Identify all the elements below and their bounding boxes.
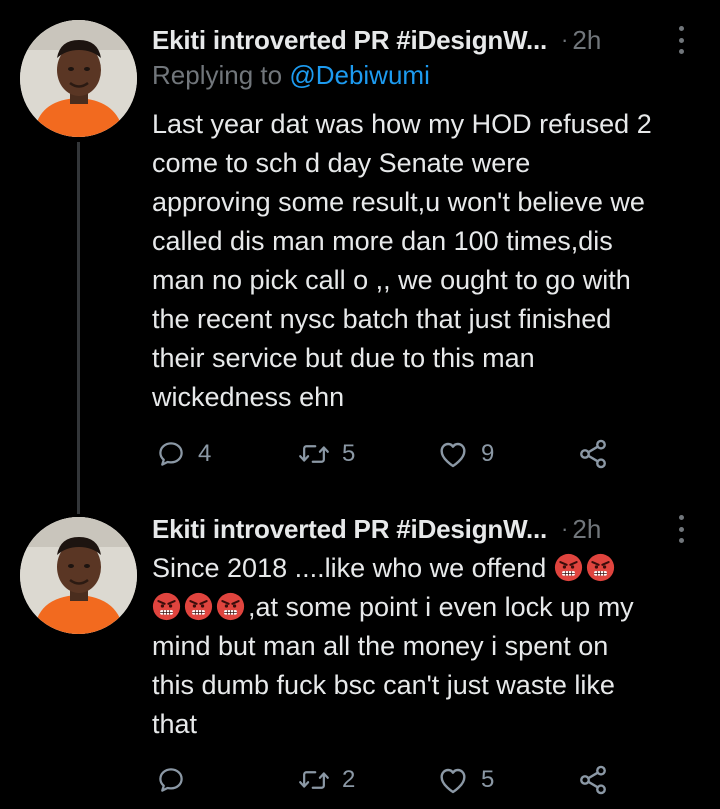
more-options-icon[interactable] — [676, 515, 686, 543]
angry-face-emoji-icon — [216, 592, 245, 621]
tweet-text-line: mind but man all the money i spent on — [152, 631, 609, 661]
tweet[interactable]: Ekiti introverted PR #iDesignW... · 2h S… — [0, 498, 720, 809]
share-button[interactable] — [577, 762, 609, 798]
angry-face-emoji-icon — [152, 592, 181, 621]
share-nodes-icon — [580, 439, 606, 469]
heart-icon — [440, 442, 466, 468]
retweet-button[interactable]: 2 — [298, 762, 355, 798]
retweet-arrows-icon — [299, 445, 329, 463]
heart-icon — [440, 768, 466, 794]
replying-to: Replying to @Debiwumi — [152, 60, 430, 91]
replying-prefix: Replying to — [152, 60, 283, 90]
share-nodes-icon — [580, 765, 606, 795]
reply-count: 4 — [198, 440, 212, 467]
author-name[interactable]: Ekiti introverted PR #iDesignW... — [152, 25, 547, 56]
like-button[interactable]: 5 — [437, 762, 494, 798]
tweet-text-line: come to sch d day Senate were — [152, 148, 531, 178]
angry-face-emoji-icon — [586, 553, 614, 582]
tweet-text-line: Since 2018 ....like who we offend — [152, 549, 702, 588]
more-options-icon[interactable] — [676, 26, 686, 54]
tweet-text-line: approving some result,u won't believe we — [152, 187, 645, 217]
retweet-count: 2 — [342, 766, 356, 793]
timestamp[interactable]: 2h — [572, 514, 601, 545]
tweet-text-line: called dis man more dan 100 times,dis — [152, 226, 613, 256]
avatar-photo — [20, 517, 137, 634]
speech-bubble-icon — [159, 442, 183, 466]
tweet-text-line: that — [152, 709, 198, 739]
tweet-actions: 4 5 9 — [152, 436, 712, 472]
tweet-text: Since 2018 ....like who we offend ,at so… — [152, 549, 702, 744]
retweet-arrows-icon — [299, 771, 329, 789]
tweet-text-segment: ,at some point i even lock up my — [248, 592, 634, 622]
tweet[interactable]: Ekiti introverted PR #iDesignW... · 2h R… — [0, 0, 720, 514]
avatar[interactable] — [20, 517, 137, 634]
tweet-header: Ekiti introverted PR #iDesignW... · 2h — [152, 22, 700, 58]
timestamp[interactable]: 2h — [572, 25, 601, 56]
thread-connector-line — [77, 142, 80, 514]
tweet-text: Last year dat was how my HOD refused 2 c… — [152, 105, 702, 417]
tweet-text-line: Last year dat was how my HOD refused 2 — [152, 109, 652, 139]
author-name[interactable]: Ekiti introverted PR #iDesignW... — [152, 514, 547, 545]
tweet-text-line: their service but due to this man — [152, 343, 535, 373]
separator-dot: · — [561, 27, 569, 52]
tweet-text-segment: Since 2018 ....like who we offend — [152, 553, 554, 583]
like-count: 5 — [481, 766, 495, 793]
reply-button[interactable]: 4 — [156, 436, 211, 472]
tweet-header: Ekiti introverted PR #iDesignW... · 2h — [152, 511, 700, 547]
tweet-text-line: ,at some point i even lock up my — [152, 588, 702, 627]
separator-dot: · — [561, 516, 569, 541]
replying-handle-link[interactable]: @Debiwumi — [289, 60, 430, 90]
retweet-count: 5 — [342, 440, 356, 467]
like-count: 9 — [481, 440, 495, 467]
tweet-text-line: this dumb fuck bsc can't just waste like — [152, 670, 615, 700]
angry-face-emoji-icon — [554, 553, 582, 582]
share-button[interactable] — [577, 436, 609, 472]
speech-bubble-icon — [159, 768, 183, 792]
avatar-photo — [20, 20, 137, 137]
like-button[interactable]: 9 — [437, 436, 494, 472]
tweet-text-line: wickedness ehn — [152, 382, 345, 412]
retweet-button[interactable]: 5 — [298, 436, 355, 472]
angry-face-emoji-icon — [184, 592, 213, 621]
tweet-actions: 2 5 — [152, 762, 712, 798]
tweet-text-line: man no pick call o ,, we ought to go wit… — [152, 265, 631, 295]
reply-button[interactable] — [156, 762, 198, 798]
tweet-text-line: the recent nysc batch that just finished — [152, 304, 612, 334]
avatar[interactable] — [20, 20, 137, 137]
